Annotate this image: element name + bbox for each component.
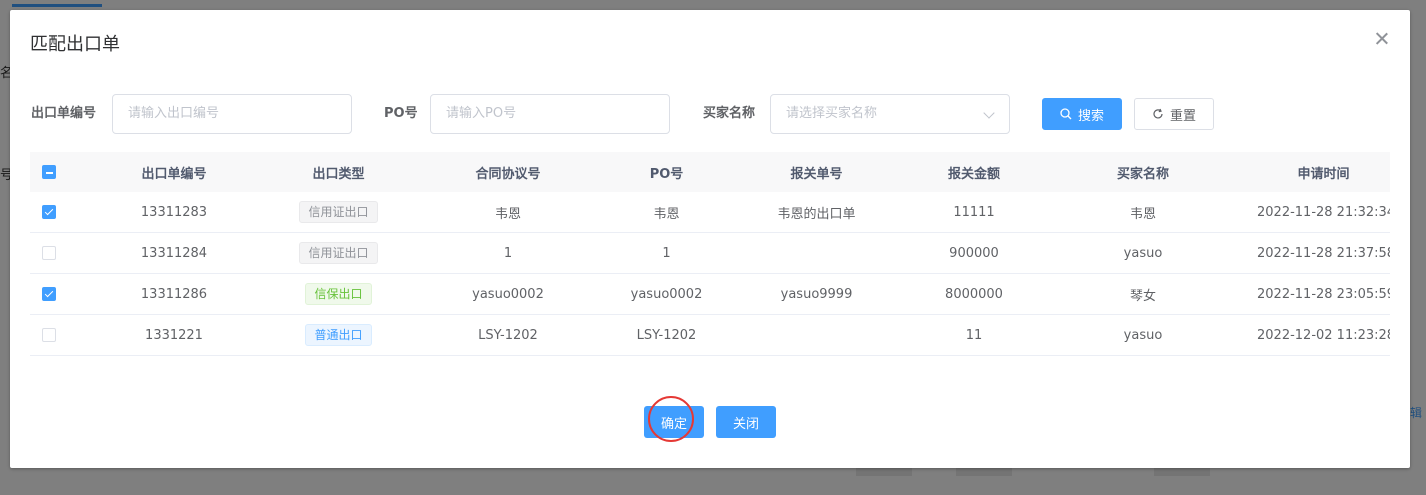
buyer-label: 买家名称 [703,106,756,121]
cell-buyer: 韦恩 [1129,206,1156,222]
header-customs-no[interactable]: 报关单号 [714,163,919,182]
search-icon [1060,108,1072,120]
row-select-cell [30,328,68,343]
header-po[interactable]: PO号 [619,163,714,182]
export-table: 出口单编号 出口类型 合同协议号 PO号 报关单号 报关金额 买家名称 申请时间… [30,152,1390,356]
cell-export-type: 信用证出口 [280,201,397,223]
header-export-type[interactable]: 出口类型 [280,163,397,182]
cell-contract-no: yasuo0002 [472,286,544,302]
chevron-down-icon [983,107,995,119]
row-select-cell [30,204,68,220]
buyer-select[interactable]: 请选择买家名称 [770,94,1010,134]
dialog-title: 匹配出口单 [30,34,120,55]
cell-amount: 8000000 [945,286,1003,302]
cell-contract-no: 韦恩 [494,206,521,222]
row-select-cell [30,246,68,261]
cell-time: 2022-11-28 23:05:59 [1257,286,1390,302]
header-buyer[interactable]: 买家名称 [1029,163,1257,182]
cell-export-type: 信保出口 [280,283,397,305]
cell-po: yasuo0002 [630,286,703,302]
cell-customs-no: 韦恩的出口单 [777,206,856,222]
cell-contract-no: 1 [503,245,513,261]
select-all-cell [30,165,68,180]
cell-amount: 11111 [953,204,995,220]
reset-button[interactable]: 重置 [1134,98,1214,130]
close-button[interactable]: 关闭 [716,406,776,438]
row-select-cell [30,286,68,302]
cell-export-no: 1331221 [145,327,203,343]
cell-export-no: 13311283 [140,204,208,220]
search-button-label: 搜索 [1077,108,1104,124]
confirm-button-label: 确定 [660,416,687,432]
export-type-tag: 信用证出口 [299,201,378,223]
cell-buyer: 琴女 [1129,288,1156,304]
buyer-select-placeholder: 请选择买家名称 [786,106,878,121]
cell-export-type: 信用证出口 [280,242,397,264]
confirm-button[interactable]: 确定 [644,406,704,438]
po-label: PO号 [384,106,418,121]
cell-po: 韦恩 [653,206,680,222]
export-no-input[interactable]: 请输入出口编号 [112,94,352,134]
cell-export-no: 13311284 [140,245,208,261]
row-checkbox[interactable] [42,328,56,342]
row-checkbox[interactable] [42,246,56,260]
po-input[interactable]: 请输入PO号 [430,94,670,134]
close-icon[interactable] [1374,30,1390,46]
export-type-tag: 普通出口 [305,324,372,346]
cell-contract-no: LSY-1202 [478,327,538,343]
cell-po: 1 [662,245,671,261]
header-amount[interactable]: 报关金额 [919,163,1029,182]
refresh-icon [1153,108,1163,119]
reset-button-label: 重置 [1169,108,1196,124]
match-export-dialog: 匹配出口单 出口单编号 请输入出口编号 PO号 请输入PO号 买家名称 请选择买… [10,10,1410,468]
export-type-tag: 信保出口 [305,283,372,305]
header-time[interactable]: 申请时间 [1257,163,1390,182]
cell-export-no: 13311286 [140,286,208,302]
cell-amount: 900000 [949,245,999,261]
select-all-checkbox[interactable] [42,165,56,179]
cell-buyer: yasuo [1123,245,1163,261]
cell-time: 2022-12-02 11:23:28 [1257,327,1390,343]
table-row[interactable]: 13311286 信保出口 yasuo0002 yasuo0002 yasuo9… [30,274,1390,315]
highlight-box [30,286,68,302]
cell-customs-no: yasuo9999 [780,286,853,302]
export-type-tag: 信用证出口 [299,242,378,264]
table-row[interactable]: 13311283 信用证出口 韦恩 韦恩 韦恩的出口单 11111 韦恩 202… [30,192,1390,233]
table-header: 出口单编号 出口类型 合同协议号 PO号 报关单号 报关金额 买家名称 申请时间 [30,152,1390,192]
highlight-box [30,204,68,220]
export-no-label: 出口单编号 [31,106,97,121]
cell-time: 2022-11-28 21:37:58 [1257,245,1390,261]
cell-po: LSY-1202 [636,327,697,343]
search-button[interactable]: 搜索 [1042,98,1122,130]
table-row[interactable]: 1331221 普通出口 LSY-1202 LSY-1202 11 yasuo … [30,315,1390,356]
close-button-label: 关闭 [732,416,759,432]
cell-buyer: yasuo [1123,327,1163,343]
cell-amount: 11 [965,327,983,343]
cell-export-type: 普通出口 [280,324,397,346]
header-contract-no[interactable]: 合同协议号 [397,163,619,182]
cell-time: 2022-11-28 21:32:34 [1257,204,1390,220]
table-row[interactable]: 13311284 信用证出口 1 1 900000 yasuo 2022-11-… [30,233,1390,274]
header-export-no[interactable]: 出口单编号 [68,163,280,182]
